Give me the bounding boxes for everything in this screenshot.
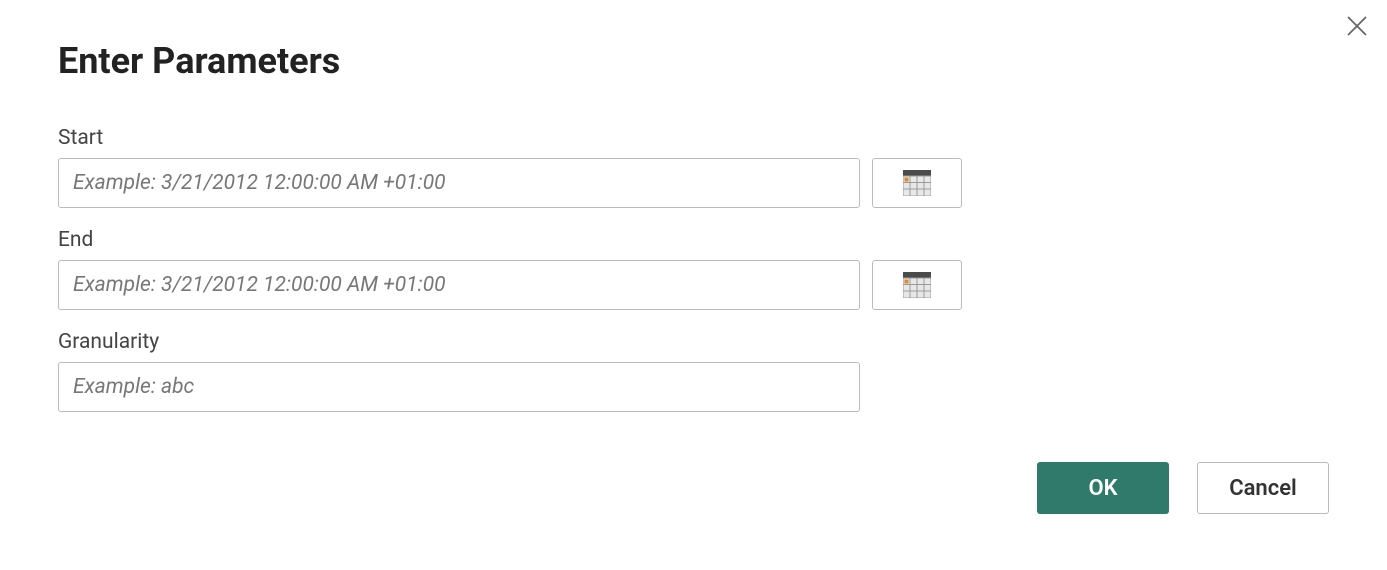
- field-granularity: Granularity: [58, 330, 1329, 412]
- enter-parameters-dialog: Enter Parameters Start End: [0, 0, 1387, 570]
- calendar-icon: [903, 170, 931, 196]
- start-label: Start: [58, 126, 1329, 150]
- start-input[interactable]: [58, 158, 860, 208]
- start-calendar-button[interactable]: [872, 158, 962, 208]
- start-input-row: [58, 158, 1329, 208]
- field-end: End: [58, 228, 1329, 310]
- granularity-input-row: [58, 362, 1329, 412]
- calendar-icon: [903, 272, 931, 298]
- close-button[interactable]: [1343, 12, 1371, 40]
- cancel-button[interactable]: Cancel: [1197, 462, 1329, 514]
- end-input[interactable]: [58, 260, 860, 310]
- field-start: Start: [58, 126, 1329, 208]
- dialog-button-row: OK Cancel: [1037, 462, 1329, 514]
- end-input-row: [58, 260, 1329, 310]
- end-label: End: [58, 228, 1329, 252]
- close-icon: [1346, 15, 1368, 37]
- granularity-input[interactable]: [58, 362, 860, 412]
- ok-button[interactable]: OK: [1037, 462, 1169, 514]
- granularity-label: Granularity: [58, 330, 1329, 354]
- end-calendar-button[interactable]: [872, 260, 962, 310]
- dialog-title: Enter Parameters: [58, 40, 1329, 82]
